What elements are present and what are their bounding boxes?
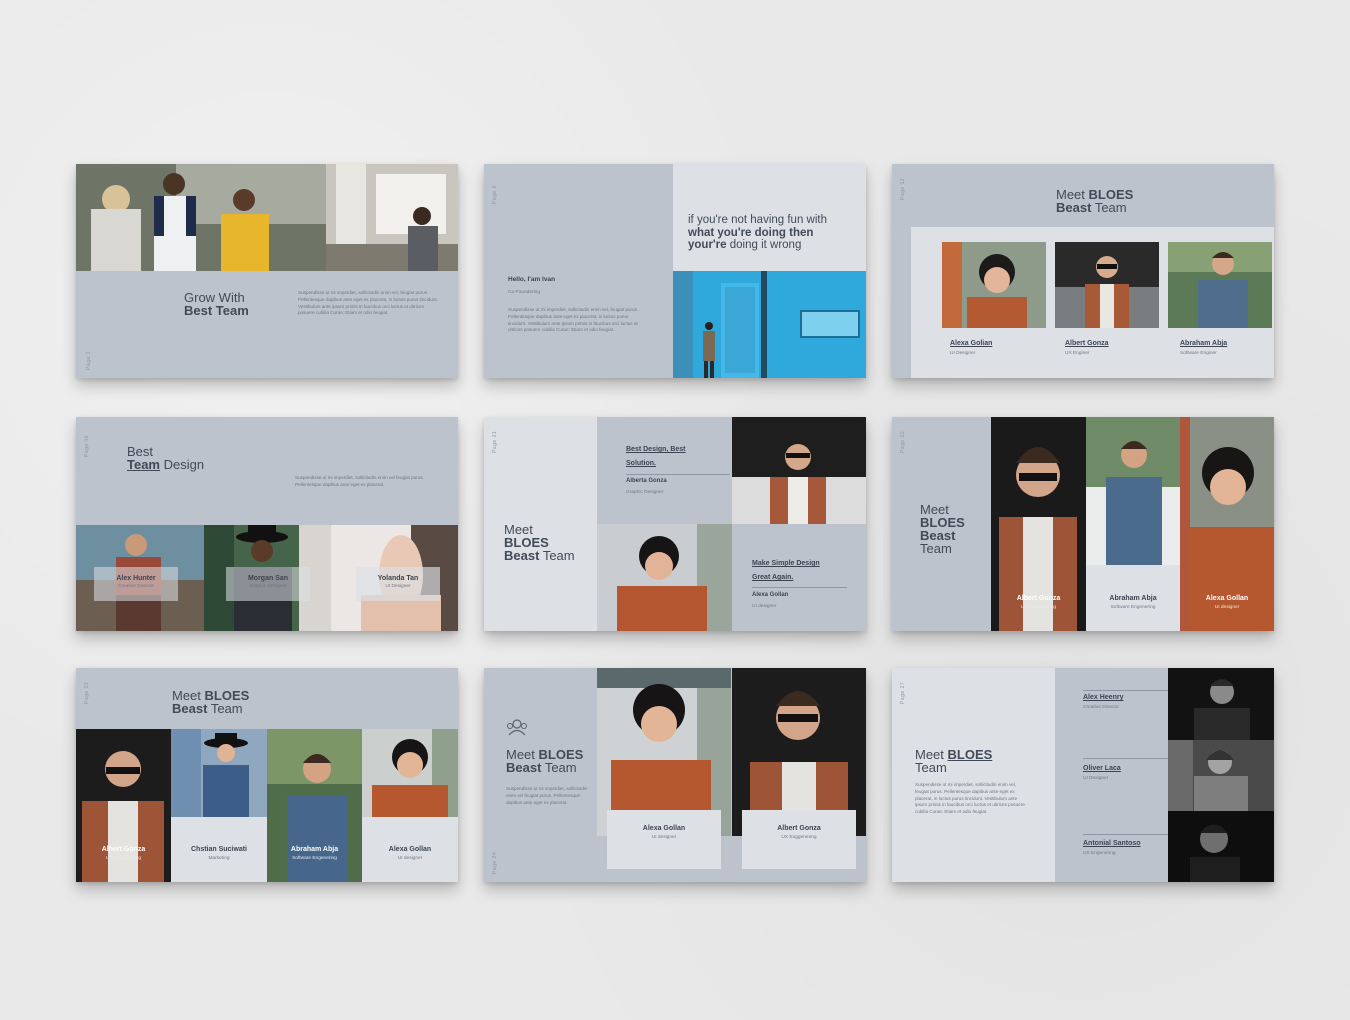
block-2-rule [752,587,847,588]
photo-abraham [1086,417,1180,565]
rule-3 [1083,834,1168,835]
person-2: Albert Gonza UX Enginer [1065,340,1109,356]
photo-alexa [362,729,458,817]
page-number: Page 21 [492,430,498,453]
person-1: Alexa Golian UI Designer [950,340,992,356]
person-albert: Albert Gonza UX Enggenering [1016,595,1061,610]
slide-title: Meet BLOES Beast Team [920,502,965,556]
photo-man-sunglasses [732,417,866,524]
person-role: Software Enginer [1180,351,1217,356]
block-1-person: Alberta Gonza Graphic Designer [626,478,667,495]
slide-title: Meet BLOES Beast Team [504,522,575,563]
slide-title: Meet BLOES Team [915,747,993,775]
slide-meet-team-7[interactable]: Meet BLOES Beast Team Albert Gonza UX En… [76,668,458,882]
block-1-rule [626,474,730,475]
card-alexa: Alexa Gollan UI designer [607,810,721,869]
page-number: Page 23 [84,681,90,704]
body-text: Suspendisse ut mi imperdiet, sollicitudi… [915,782,1025,815]
page-number: Page 24 [492,851,498,874]
rule-1 [1083,690,1168,691]
slide-grow-with-best-team[interactable]: Grow With Best Team Suspendisse ut mi im… [76,164,458,378]
card-alex-hunter: Alex Hunter Creative Director [94,567,178,601]
slide-title: Meet BLOES Beast Team [172,688,250,716]
person-alexa: Alexa Gollan UI designer [388,846,432,861]
slide-meet-team-9[interactable]: Meet BLOES Team Suspendisse ut mi imperd… [892,668,1274,882]
page-number: Page 8 [492,185,498,204]
body-text: Suspendisse ut mi imperdiet, sollicitudi… [508,307,639,333]
page-number: Page 16 [84,434,90,457]
photo-oliver-laca [1168,740,1274,811]
title-line-2: Best Team [184,303,249,318]
page-number: Page 22 [900,430,906,453]
person-alexa: Alexa Gollan UI designer [1205,595,1249,610]
block-1: Best Design, Best Solution. [626,446,686,467]
slide-meet-team-5[interactable]: Meet BLOES Beast Team Best Design, Best … [484,417,866,631]
slide-meet-team-6[interactable]: Meet BLOES Beast Team Albert Gonza UX En… [892,417,1274,631]
slide-title: Meet BLOES Beast Team [506,747,584,775]
photo-albert [1055,242,1159,328]
person-chstian: Chstian Suciwati Marketing [190,846,247,861]
group-photo [76,164,458,271]
slide-title: Grow With Best Team [184,291,249,317]
person-name: Abraham Abja [1180,340,1228,347]
photo-alex-heenry [1168,668,1274,740]
team-icon [506,718,528,736]
slide-title: Meet BLOES Beast Team [1056,187,1134,215]
person-3: Abraham Abja Software Enginer [1180,340,1227,356]
photo-abraham [1168,242,1272,328]
card-morgan-san: Morgan San Graphic Designer [226,567,310,601]
photo-antonial-santoso [1168,811,1274,882]
quote-line-1: if you're not having fun with [688,214,827,226]
quote: if you're not having fun with what you'r… [688,214,827,252]
slide-meet-team-8[interactable]: Meet BLOES Beast Team Suspendisse ut mi … [484,668,866,882]
person-name: Albert Gonza [1065,340,1109,347]
body-text: Suspendisse ut mi imperdiet, sollicitudi… [295,475,424,487]
photo-chstian [171,729,267,817]
hello-role: Co-Foundering [508,290,540,295]
blue-door-photo [673,271,866,378]
person-role: UI Designer [950,351,976,356]
block-2-person: Alexa Gollan UI designer [752,592,789,609]
card-albert: Albert Gonza UX Enggenering [742,810,856,869]
photo-woman-rust [597,524,732,631]
page-number: Page 1 [86,351,92,370]
rule-2 [1083,758,1168,759]
person-role: UX Enginer [1065,351,1090,356]
photo-alexa [942,242,1046,328]
quote-line-2: what you're doing then [688,226,814,239]
person-name: Alexa Golian [950,340,993,347]
body-text: Suspendisse ut mi imperdiet, sollicitudi… [506,786,588,805]
quote-line-3: your're doing it wrong [688,239,802,251]
person-abraham: Abraham Abja Software Engenering [1109,595,1157,610]
slide-best-team-design[interactable]: Best Team Design Suspendisse ut mi imper… [76,417,458,631]
person-abraham: Abraham Abja Software Engenering [290,846,339,861]
card-yolanda-tan: Yolanda Tan UI Designer [356,567,440,601]
person-oliver-laca: Oliver Laca UI Designer [1083,765,1121,781]
person-albert: Albert Gonza UX Enggenering [101,846,146,861]
person-antonial-santoso: Antonial Santoso UX Engenering [1083,840,1141,856]
slide-meet-team-3[interactable]: Meet BLOES Beast Team Alexa Golian UI De… [892,164,1274,378]
slide-title: Best Team Design [127,444,205,472]
block-2: Make Simple Design Great Again. [752,560,820,581]
body-text: Suspendisse ut mi imperdiet, sollicitudi… [298,290,438,316]
person-alex-heenry: Alex Heenry Creative Director [1083,694,1124,710]
page-number: Page 12 [900,177,906,200]
page-number: Page 27 [900,681,906,704]
left-panel [892,668,1055,882]
slide-quote[interactable]: if you're not having fun with what you'r… [484,164,866,378]
hello-name: Hello, I'am Ivan [508,276,556,283]
